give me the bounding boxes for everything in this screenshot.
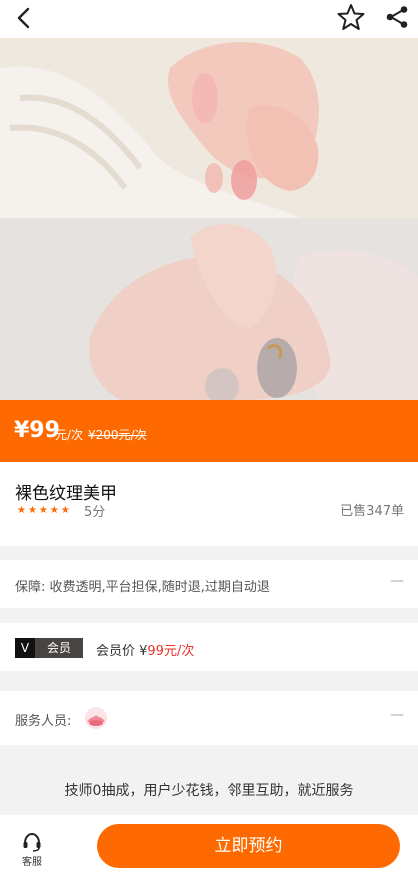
chevron-left-icon[interactable] — [12, 5, 38, 31]
rating-stars: ★★★★★ — [17, 505, 72, 516]
sold-count: 已售347单 — [340, 504, 404, 519]
book-now-button[interactable]: 立即预约 — [97, 824, 400, 868]
service-slogan: 技师0抽成，用户少花钱，邻里互助，就近服务 — [64, 783, 354, 799]
expand-icon[interactable]: — — [390, 573, 404, 589]
price-unit: 元/次 — [55, 428, 84, 442]
vip-badge-v: V — [15, 638, 35, 658]
headset-icon — [23, 832, 41, 852]
share-icon[interactable] — [384, 4, 410, 30]
star-outline-icon[interactable] — [337, 3, 365, 31]
rating-score: 5分 — [84, 505, 106, 520]
vip-badge-label: 会员 — [35, 638, 83, 658]
staff-expand-icon[interactable]: — — [390, 707, 404, 723]
price-bar: ¥99 元/次 ¥200元/次 — [0, 400, 418, 462]
product-info: 裸色纹理美甲 ★★★★★ 5分 已售347单 — [0, 462, 418, 546]
guarantee-row[interactable]: 保障: 收费透明,平台担保,随时退,过期自动退 — — [0, 560, 418, 608]
staff-row[interactable]: 服务人员: — — [0, 691, 418, 745]
member-price-row[interactable]: V 会员 会员价 ¥99元/次 — [0, 623, 418, 671]
product-image-gallery[interactable] — [0, 38, 418, 400]
member-price-label: 会员价 ¥ — [96, 644, 148, 659]
vip-badge: V 会员 — [15, 638, 83, 658]
customer-service-label: 客服 — [22, 857, 42, 868]
member-price: 会员价 ¥99元/次 — [96, 640, 194, 659]
nail-photo-top — [0, 38, 418, 218]
nail-photo-bottom — [0, 218, 418, 400]
bottom-action-bar: 客服 立即预约 — [0, 815, 418, 873]
price-amount: ¥99 — [14, 418, 60, 443]
staff-label: 服务人员: — [15, 714, 72, 729]
staff-avatar-icon[interactable] — [84, 706, 108, 730]
member-price-value: 99元/次 — [147, 644, 195, 659]
top-bar — [0, 0, 418, 38]
guarantee-text: 保障: 收费透明,平台担保,随时退,过期自动退 — [15, 580, 270, 595]
original-price: ¥200元/次 — [88, 428, 147, 442]
customer-service-button[interactable]: 客服 — [18, 831, 46, 868]
